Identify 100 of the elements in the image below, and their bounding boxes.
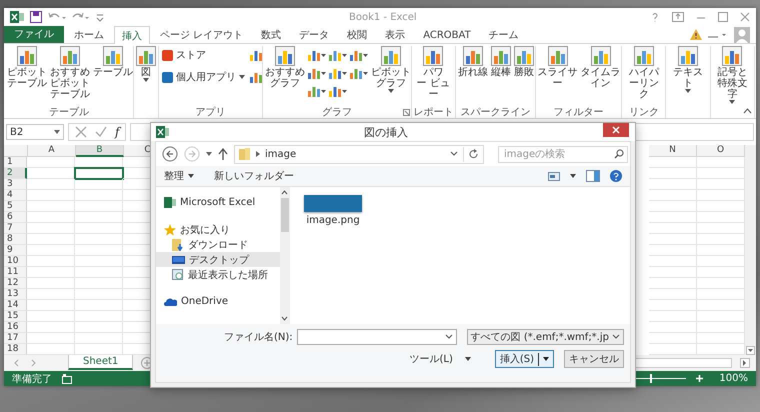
navigation-item[interactable]: ダウンロード [156,237,280,252]
grid-cell[interactable] [649,322,697,333]
navigation-scrollbar[interactable] [280,187,289,324]
cancel-button[interactable]: キャンセル [564,350,624,368]
maximize-icon[interactable] [718,12,728,22]
grid-cell[interactable] [75,322,123,333]
help-icon[interactable] [650,12,660,22]
grid-cell[interactable] [75,223,123,234]
ribbon-command[interactable]: 縦棒 [490,46,512,104]
grid-cell[interactable] [649,234,697,245]
row-header[interactable]: 4 [4,190,27,201]
active-cell[interactable] [75,168,123,179]
grid-cell[interactable] [649,300,697,311]
row-header[interactable]: 3 [4,179,27,190]
file-name-field[interactable] [296,329,457,345]
name-box[interactable]: B2 [6,124,64,140]
grid-cell[interactable] [27,333,75,344]
help-icon[interactable] [610,170,622,182]
scroll-down-icon[interactable] [281,316,288,321]
forward-icon[interactable] [184,146,200,162]
function-label[interactable]: f [115,125,120,139]
grid-cell[interactable] [649,278,697,289]
collapse-ribbon-icon[interactable] [743,108,752,114]
row-header[interactable]: 6 [4,212,27,223]
row-header[interactable]: 2 [4,168,27,179]
ribbon-tab[interactable]: データ [291,26,338,43]
grid-cell[interactable] [75,190,123,201]
ribbon-tab[interactable]: 校閲 [339,26,376,43]
grid-cell[interactable] [649,245,697,256]
up-arrow-icon[interactable] [218,148,228,160]
grid-cell[interactable] [27,300,75,311]
warning-icon[interactable] [690,29,702,40]
grid-cell[interactable] [27,234,75,245]
row-header[interactable]: 12 [4,278,27,289]
ribbon-command[interactable]: スライサー [536,46,579,104]
grid-cell[interactable] [649,311,697,322]
grid-cell[interactable] [75,278,123,289]
grid-cell[interactable] [649,256,697,267]
cancel-icon[interactable] [75,126,87,138]
grid-cell[interactable] [27,267,75,278]
save-icon[interactable] [30,11,42,23]
file-type-dropdown[interactable]: すべての図 (*.emf;*.wmf;*.jp [466,329,624,345]
organize-button[interactable]: 整理 [164,169,194,183]
view-icon[interactable] [548,171,560,181]
grid-cell[interactable] [27,223,75,234]
row-header[interactable]: 8 [4,234,27,245]
ribbon-command[interactable]: 図 [134,46,157,104]
grid-cell[interactable] [27,179,75,190]
macro-record-icon[interactable] [62,374,72,384]
ribbon-command[interactable]: タイムライン [580,46,622,104]
avatar-icon[interactable] [734,26,750,42]
navigation-item[interactable]: お気に入り [156,222,280,237]
ribbon-tab[interactable]: ホーム [66,26,112,43]
ribbon-tab[interactable]: ファイル [4,26,64,43]
row-header[interactable]: 9 [4,245,27,256]
zoom-slider-thumb[interactable] [650,374,652,383]
grid-cell[interactable] [27,157,75,168]
select-all-corner[interactable] [4,145,28,157]
ribbon-tab[interactable]: 表示 [377,26,414,43]
tools-button[interactable]: ツール(L) [409,352,471,366]
file-item[interactable]: image.png [304,195,362,226]
row-header[interactable]: 10 [4,256,27,267]
grid-cell[interactable] [649,157,697,168]
grid-cell[interactable] [75,179,123,190]
grid-cell[interactable] [75,311,123,322]
scroll-right-icon[interactable] [740,358,750,368]
ribbon-tab[interactable]: 数式 [253,26,290,43]
search-field[interactable]: imageの検索 [498,146,628,162]
ribbon-tab[interactable]: ページ レイアウト [152,26,252,43]
dialog-launcher-icon[interactable] [402,109,410,116]
grid-cell[interactable] [27,322,75,333]
grid-cell[interactable] [27,278,75,289]
column-header[interactable]: A [28,145,76,157]
ribbon-tab[interactable]: 挿入 [114,26,150,44]
row-header[interactable]: 5 [4,201,27,212]
grid-cell[interactable] [649,190,697,201]
grid-cell[interactable] [75,212,123,223]
grid-cell[interactable] [649,179,697,190]
scroll-up-icon[interactable] [281,190,288,195]
ribbon-command[interactable]: 個人用アプリ [160,68,247,86]
ribbon-command[interactable]: ストア [160,46,247,64]
ribbon-display-icon[interactable] [672,12,684,22]
row-header[interactable]: 16 [4,322,27,333]
grid-cell[interactable] [649,333,697,344]
recent-caret-icon[interactable] [206,152,212,156]
navigation-item[interactable]: Microsoft Excel [156,195,280,210]
grid-cell[interactable] [649,212,697,223]
grid-cell[interactable] [75,300,123,311]
ribbon-command[interactable]: ハイパーリンク [623,46,664,104]
insert-button[interactable]: 挿入(S) [494,350,554,368]
row-header[interactable]: 17 [4,333,27,344]
back-icon[interactable] [162,146,178,162]
ribbon-command[interactable]: パワー ビュー [412,46,454,104]
ribbon-tab[interactable]: チーム [480,26,527,43]
grid-cell[interactable] [649,201,697,212]
grid-cell[interactable] [27,190,75,201]
ribbon-command[interactable]: 記号と特殊文字 [712,46,754,104]
refresh-icon[interactable] [469,149,479,159]
scrollbar-thumb[interactable] [280,198,288,232]
navigation-item[interactable]: OneDrive [156,294,280,309]
